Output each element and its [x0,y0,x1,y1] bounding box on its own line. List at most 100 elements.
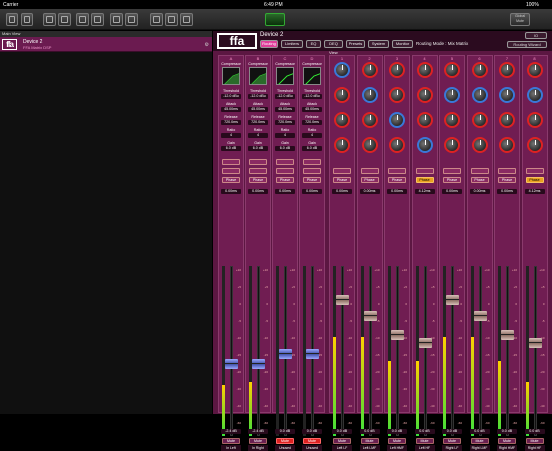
matrix-gain-knob[interactable] [526,112,543,128]
gain-value[interactable]: 6.0 dB [302,146,322,151]
meters-button[interactable] [150,13,163,26]
delay-value[interactable]: 0.00ms [302,189,322,194]
phase-button[interactable]: Phase [498,177,516,183]
matrix-gain-knob[interactable] [471,112,488,128]
release-value[interactable]: 720.0ms [248,120,268,125]
matrix-gain-knob[interactable] [444,112,460,128]
matrix-gain-knob[interactable] [499,112,515,128]
matrix-gain-knob[interactable] [334,87,350,103]
delay-value[interactable]: 4.12ms [524,189,545,194]
tab-deq[interactable]: DEQ [324,40,343,48]
tab-presets[interactable]: Presets [346,40,365,48]
routing-button[interactable] [276,159,294,165]
threshold-value[interactable]: -12.0 dBu [221,94,241,99]
routing-button[interactable] [388,168,406,174]
routing-button[interactable] [525,168,544,174]
tab-eq[interactable]: EQ [306,40,321,48]
matrix-gain-knob[interactable] [526,137,543,153]
phase-button[interactable]: Phase [388,177,406,183]
mute-button[interactable]: Mute [443,438,461,444]
curve-button[interactable] [43,13,56,26]
routing-button[interactable] [303,159,321,165]
matrix-gain-knob[interactable] [389,87,405,103]
gear-icon[interactable]: ⚙ [205,42,209,48]
matrix-gain-knob[interactable] [499,87,515,103]
phase-button[interactable]: Phase [525,177,544,183]
eq-button[interactable] [303,168,321,174]
link-button[interactable] [165,13,178,26]
delay-value[interactable]: 0.00ms [221,189,241,194]
delay-value[interactable]: 0.00ms [359,189,380,194]
gain-value[interactable]: 6.0 dB [248,146,268,151]
fader-knob[interactable] [446,294,459,305]
ratio-value[interactable]: 4 [275,133,295,138]
routing-button[interactable] [498,168,516,174]
delay-value[interactable]: 0.00ms [248,189,268,194]
mute-button[interactable]: Mute [360,438,379,444]
fader-knob[interactable] [418,338,432,348]
attack-value[interactable]: 45.00ms [221,107,241,112]
mute-button[interactable]: Mute [303,438,321,444]
matrix-gain-knob[interactable] [444,87,460,103]
threshold-value[interactable]: -12.0 dBu [302,94,322,99]
routing-button[interactable] [470,168,489,174]
eq-button[interactable] [276,168,294,174]
matrix-gain-knob[interactable] [361,87,378,103]
matrix-gain-knob[interactable] [499,137,515,153]
matrix-gain-knob[interactable] [499,62,515,78]
compressor-graph[interactable] [249,67,267,85]
eq-button[interactable] [222,168,240,174]
level-value[interactable]: -2.4 dB [221,429,241,434]
delay-value[interactable]: 4.12ms [414,189,435,194]
matrix-gain-knob[interactable] [361,112,378,128]
routing-button[interactable] [58,13,71,26]
fader-knob[interactable] [501,330,514,340]
matrix-gain-knob[interactable] [361,137,378,153]
matrix-gain-knob[interactable] [416,87,433,103]
matrix-gain-knob[interactable] [389,112,405,128]
fader-knob[interactable] [473,310,487,321]
matrix-gain-knob[interactable] [389,137,405,153]
phase-button[interactable]: Phase [276,177,294,183]
matrix-gain-knob[interactable] [526,87,543,103]
device-list-item[interactable]: ffa Device 2 FFA Matrix DSP ⚙ [0,37,212,52]
phase-button[interactable]: Phase [222,177,240,183]
matrix-gain-knob[interactable] [471,87,488,103]
routing-button[interactable] [415,168,434,174]
fader-knob[interactable] [306,349,319,360]
level-value[interactable]: 0.0 dB [332,429,352,434]
level-value[interactable]: 0.0 dB [359,429,380,434]
io-button[interactable]: IO [525,32,547,39]
release-value[interactable]: 720.0ms [275,120,295,125]
delay-value[interactable]: 0.00ms [469,189,490,194]
threshold-value[interactable]: -12.0 dBu [248,94,268,99]
matrix-gain-knob[interactable] [389,62,405,78]
amp-button[interactable] [91,13,104,26]
delay-value[interactable]: 0.00ms [442,189,462,194]
compressor-graph[interactable] [303,67,321,85]
device-button[interactable] [76,13,89,26]
compressor-graph[interactable] [276,67,294,85]
camera-button[interactable] [180,13,193,26]
routing-button[interactable] [222,159,240,165]
gain-value[interactable]: 6.0 dB [221,146,241,151]
fader-knob[interactable] [528,338,542,348]
mute-button[interactable]: Mute [498,438,516,444]
matrix-gain-knob[interactable] [416,112,433,128]
level-value[interactable]: 0.0 dB [414,429,435,434]
mute-button[interactable]: Mute [388,438,406,444]
level-value[interactable]: 0.0 dB [387,429,407,434]
home-button[interactable] [6,13,18,26]
gain-value[interactable]: 6.0 dB [275,146,295,151]
tab-limiters[interactable]: Limiters [281,40,303,48]
mute-button[interactable]: Mute [276,438,294,444]
phase-button[interactable]: Phase [470,177,489,183]
fader-knob[interactable] [279,349,292,360]
matrix-gain-knob[interactable] [471,137,488,153]
level-value[interactable]: 0.0 dB [469,429,490,434]
matrix-gain-knob[interactable] [334,112,350,128]
routing-wizard-button[interactable]: Routing Wizard [507,41,547,48]
level-value[interactable]: 0.0 dB [275,429,295,434]
phase-button[interactable]: Phase [415,177,434,183]
global-mute-button[interactable]: Global Mute [510,13,530,26]
